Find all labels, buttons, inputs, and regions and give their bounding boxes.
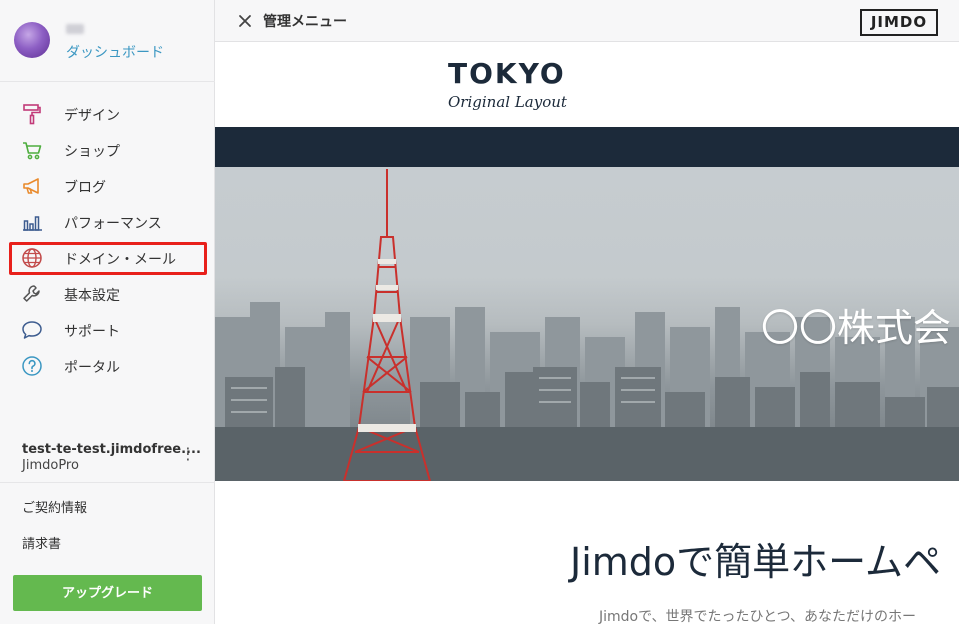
sidebar-item-label: パフォーマンス [64,216,162,232]
sidebar-item-shop[interactable]: ショップ [0,133,215,167]
speech-bubble-icon [20,319,44,341]
sidebar-item-design[interactable]: デザイン [0,97,215,131]
dashboard-link[interactable]: ダッシュボード [66,42,164,62]
sidebar-item-label: ブログ [64,180,106,196]
site-header: TOKYO Original Layout [215,43,959,127]
site-navbar [215,127,959,167]
sidebar-item-label: 基本設定 [64,288,120,304]
sidebar-item-label: デザイン [64,108,120,124]
contract-info-link[interactable]: ご契約情報 [22,497,87,516]
hero-title: 〇〇株式会 [761,306,952,350]
highlight-box [9,242,207,275]
question-icon [20,355,44,377]
website-preview[interactable]: TOKYO Original Layout 〇〇株式会 Jimdoで簡単ホームペ… [215,43,959,624]
site-logo[interactable]: TOKYO [448,57,566,90]
main-subtext: Jimdoで、世界でたったひとつ、あなただけのホー [599,609,917,624]
main-heading: Jimdoで簡単ホームペ [570,540,942,584]
hero-image: 〇〇株式会 [215,167,959,481]
close-icon[interactable] [237,13,253,29]
upgrade-button[interactable]: アップグレード [13,575,202,611]
invoice-link[interactable]: 請求書 [22,533,61,552]
admin-topbar: 管理メニュー JIMDO [215,0,959,42]
wrench-icon [20,283,44,305]
site-name: test-te-test.jimdofree.... [22,442,201,457]
more-vertical-icon[interactable]: ⋮ [180,444,196,464]
sidebar-item-label: サポート [64,324,120,340]
sidebar: ダッシュボード デザイン ショップ ブログ パフォーマンス ドメイン・メール 基… [0,0,215,624]
site-logo-subtitle: Original Layout [448,93,567,111]
paint-roller-icon [20,103,44,125]
sidebar-item-settings[interactable]: 基本設定 [0,277,215,311]
user-name-blurred [66,24,84,34]
site-plan: JimdoPro [22,458,79,473]
sidebar-item-support[interactable]: サポート [0,313,215,347]
avatar[interactable] [14,22,50,58]
megaphone-icon [20,175,44,197]
jimdo-logo: JIMDO [860,9,938,36]
bar-chart-icon [20,211,44,233]
divider [0,482,215,483]
profile-section: ダッシュボード [0,0,215,82]
sidebar-item-blog[interactable]: ブログ [0,169,215,203]
sidebar-item-performance[interactable]: パフォーマンス [0,205,215,239]
sidebar-item-portal[interactable]: ポータル [0,349,215,383]
sidebar-item-label: ショップ [64,144,120,160]
cart-icon [20,139,44,161]
sidebar-item-label: ポータル [64,360,120,376]
admin-menu-title: 管理メニュー [263,14,347,30]
